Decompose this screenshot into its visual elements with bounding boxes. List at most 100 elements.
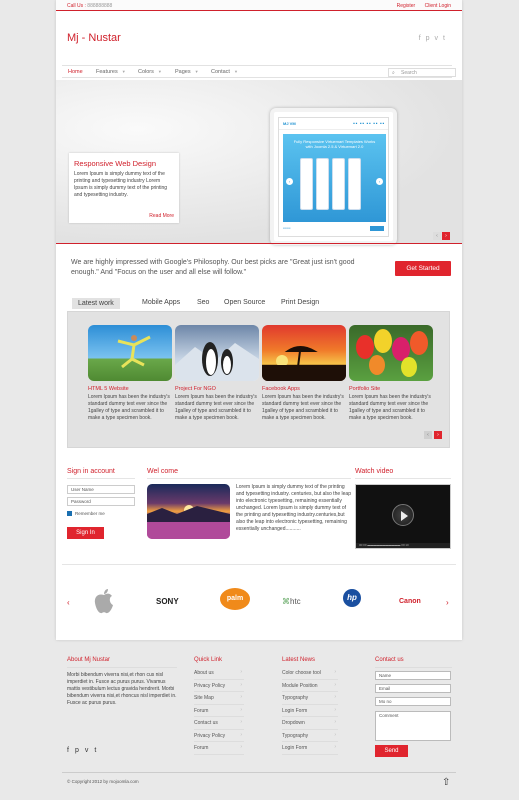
chevron-right-icon: › <box>334 719 336 725</box>
register-link[interactable]: Register <box>397 3 416 9</box>
slide-caption: Responsive Web Design Lorem Ipsum is sim… <box>69 153 179 223</box>
brand-prev-button[interactable]: ‹ <box>67 598 70 607</box>
footer-link[interactable]: Privacy Policy › <box>194 680 244 692</box>
chevron-right-icon: › <box>240 744 242 750</box>
welcome-text: Lorem Ipsum is simply dummy text of the … <box>236 484 351 532</box>
nav-pages[interactable]: Pages ▼ <box>175 69 199 75</box>
footer-link[interactable]: Forum › <box>194 705 244 717</box>
slide-prev-button[interactable]: ‹ <box>433 232 441 240</box>
read-more-link[interactable]: Read More <box>149 213 174 219</box>
send-button[interactable]: Send <box>375 745 408 757</box>
tablet-headline: Fully Responsive Virtuemart Templates Wo… <box>293 139 376 149</box>
top-bar: Call Us : 888888888 Register Client Logi… <box>56 0 462 11</box>
pinterest-icon[interactable]: p <box>426 35 435 42</box>
get-started-button[interactable]: Get Started <box>395 261 451 276</box>
footer-link[interactable]: Privacy Policy › <box>194 730 244 742</box>
palm-logo[interactable]: palm <box>220 588 250 610</box>
hero-slider: Responsive Web Design Lorem Ipsum is sim… <box>56 80 462 245</box>
arrow-up-icon[interactable]: ⇧ <box>442 777 450 788</box>
search-input[interactable]: ⌕ Search <box>388 68 456 77</box>
news-link[interactable]: Login Form › <box>282 705 338 717</box>
facebook-icon[interactable]: f <box>419 35 426 42</box>
vimeo-icon[interactable]: v <box>85 747 95 754</box>
contact-comment-field[interactable]: Comment <box>375 711 451 741</box>
nav-features[interactable]: Features ▼ <box>96 69 126 75</box>
call-us: Call Us : 888888888 <box>67 3 113 9</box>
tab-latest-work[interactable]: Latest work <box>72 298 120 309</box>
twitter-icon[interactable]: t <box>443 35 450 42</box>
work-carousel: HTML 5 Website Lorem Ipsum has been the … <box>67 311 450 448</box>
chevron-right-icon: › <box>334 669 336 675</box>
main-nav: Home Features ▼ Colors ▼ Pages ▼ Contact ▼ ⌕… <box>62 65 456 78</box>
twitter-icon[interactable]: t <box>94 747 102 754</box>
work-prev-button[interactable]: ‹ <box>424 431 432 439</box>
news-link[interactable]: Module Position › <box>282 680 338 692</box>
chevron-right-icon: › <box>334 731 336 738</box>
client-login-link[interactable]: Client Login <box>425 3 451 9</box>
footer-link[interactable]: Forum › <box>194 742 244 755</box>
footer-link[interactable]: About us › <box>194 667 244 680</box>
chevron-right-icon: › <box>334 744 336 750</box>
tab-seo[interactable]: Seo <box>197 299 209 306</box>
tablet-logo: MJ VM <box>283 121 296 126</box>
tab-mobile-apps[interactable]: Mobile Apps <box>142 299 180 306</box>
play-icon[interactable] <box>392 504 414 526</box>
slide-next-button[interactable]: › <box>442 232 450 240</box>
facebook-icon[interactable]: f <box>67 747 75 754</box>
username-field[interactable]: User Name <box>67 485 135 494</box>
canon-logo[interactable]: Canon <box>399 598 421 605</box>
htc-logo[interactable]: ⌘htc <box>282 597 301 606</box>
work-desc: Lorem Ipsum has been the industry's stan… <box>175 394 257 421</box>
contact-name-field[interactable]: Name <box>375 671 451 680</box>
tab-print-design[interactable]: Print Design <box>281 299 319 306</box>
footer-link[interactable]: Site Map › <box>194 692 244 705</box>
work-image-penguins <box>175 325 259 381</box>
sign-in-button[interactable]: Sign In <box>67 527 104 539</box>
contact-email-field[interactable]: Email <box>375 684 451 693</box>
work-title[interactable]: Portfolio Site <box>349 386 433 392</box>
news-link[interactable]: Color choose tool › <box>282 667 338 680</box>
video-player[interactable]: 00:00 ▬▬▬▬▬▬▬▬▬▬▬ 00:10 <box>355 484 451 549</box>
work-item[interactable]: Portfolio Site Lorem Ipsum has been the … <box>349 325 433 422</box>
work-image-jump <box>88 325 172 381</box>
video-controls[interactable]: 00:00 ▬▬▬▬▬▬▬▬▬▬▬ 00:10 <box>356 543 450 548</box>
news-link[interactable]: Typography › <box>282 692 338 705</box>
sony-logo[interactable]: SONY <box>156 597 179 606</box>
tab-open-source[interactable]: Open Source <box>224 299 265 306</box>
chevron-right-icon: › <box>240 669 242 675</box>
chevron-right-icon: › <box>376 178 383 185</box>
vimeo-icon[interactable]: v <box>435 35 444 42</box>
work-next-button[interactable]: › <box>434 431 442 439</box>
chevron-down-icon: ▼ <box>194 69 199 74</box>
password-field[interactable]: Password <box>67 497 135 506</box>
phone-number: 888888888 <box>87 3 113 9</box>
news-link[interactable]: Typography › <box>282 730 338 742</box>
pinterest-icon[interactable]: p <box>75 747 85 754</box>
hp-logo[interactable]: hp <box>343 589 361 607</box>
work-desc: Lorem Ipsum has been the industry's stan… <box>349 394 431 421</box>
chevron-down-icon: ▼ <box>121 69 126 74</box>
welcome-image <box>147 484 230 539</box>
footer-link[interactable]: Contact us › <box>194 717 244 730</box>
work-title[interactable]: Project For NGO <box>175 386 259 392</box>
work-item[interactable]: Project For NGO Lorem Ipsum has been the… <box>175 325 259 422</box>
caption-title: Responsive Web Design <box>74 159 156 168</box>
nav-contact[interactable]: Contact ▼ <box>211 69 238 75</box>
brand-next-button[interactable]: › <box>446 598 449 607</box>
work-title[interactable]: Facebook Apps <box>262 386 346 392</box>
news-link[interactable]: Dropdown › <box>282 717 338 730</box>
remember-me-checkbox[interactable]: Remember me <box>67 511 105 517</box>
contact-mobile-field[interactable]: Mo no <box>375 697 451 706</box>
news-link[interactable]: Login Form › <box>282 742 338 755</box>
checkbox-icon <box>67 511 72 517</box>
nav-colors[interactable]: Colors ▼ <box>138 69 162 75</box>
work-item[interactable]: HTML 5 Website Lorem Ipsum has been the … <box>88 325 172 422</box>
apple-logo-icon[interactable] <box>94 588 114 616</box>
work-desc: Lorem Ipsum has been the industry's stan… <box>262 394 344 421</box>
work-image-tulips <box>349 325 433 381</box>
nav-home[interactable]: Home <box>68 69 83 75</box>
footer-about: About Mj Nustar Morbi bibendum viverra n… <box>67 657 177 754</box>
site-logo[interactable]: Mj - Nustar <box>67 32 121 44</box>
work-title[interactable]: HTML 5 Website <box>88 386 172 392</box>
work-item[interactable]: Facebook Apps Lorem Ipsum has been the i… <box>262 325 346 422</box>
